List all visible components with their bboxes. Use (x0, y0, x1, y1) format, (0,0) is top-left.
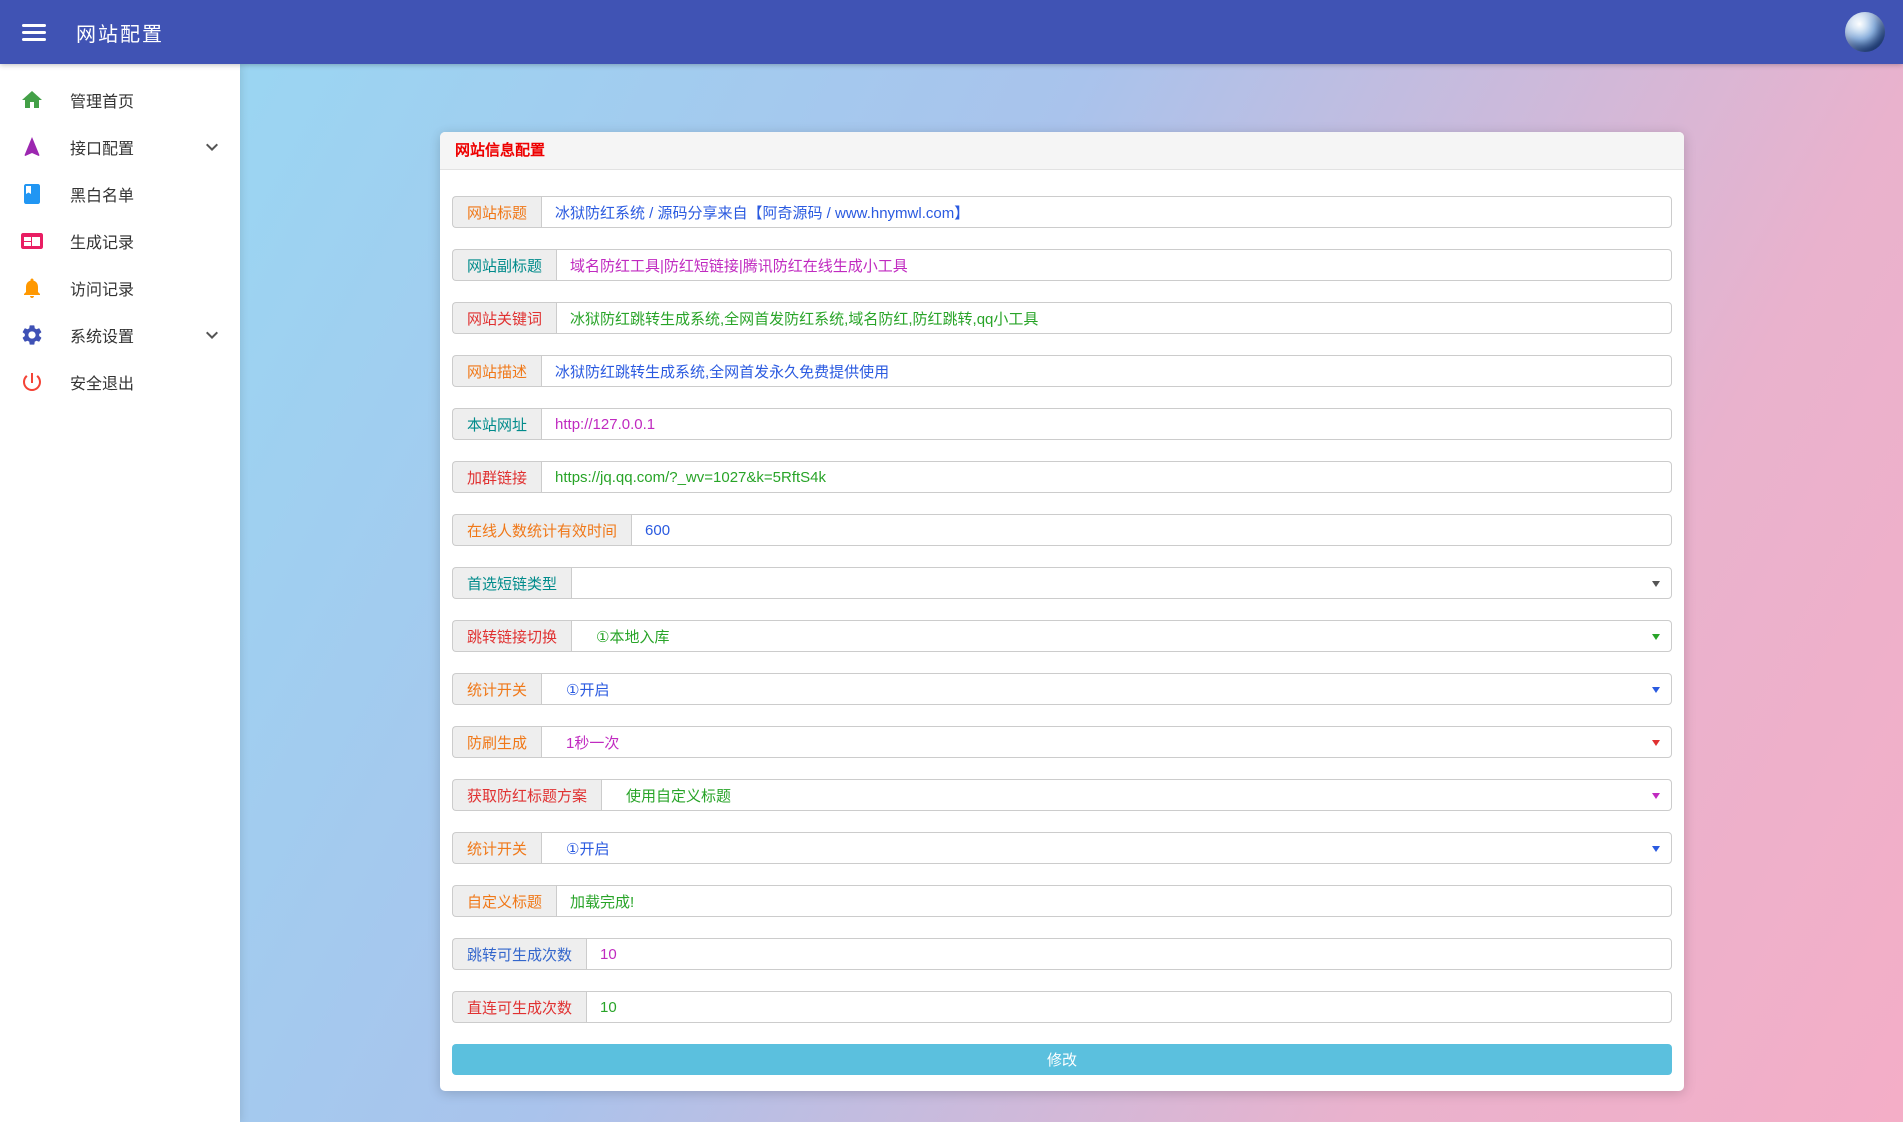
form-row: 首选短链类型 (452, 567, 1672, 599)
sidebar-item-label: 接口配置 (70, 135, 200, 159)
field-input[interactable] (541, 408, 1672, 440)
chevron-down-icon[interactable] (200, 135, 224, 159)
user-avatar[interactable] (1845, 12, 1885, 52)
field-input[interactable] (541, 355, 1672, 387)
select-value: ①本地入库 (596, 626, 669, 647)
sidebar-item[interactable]: 生成记录 (0, 217, 240, 264)
field-input[interactable] (586, 991, 1672, 1023)
config-form: 网站标题 网站副标题 网站关键词 网站描述 (440, 170, 1684, 1091)
field-input[interactable] (556, 249, 1672, 281)
sidebar-item-label: 访问记录 (70, 276, 200, 300)
navigation-icon (20, 135, 44, 159)
field-select[interactable]: 使用自定义标题 (601, 779, 1672, 811)
dropdown-arrow-icon (1652, 740, 1660, 746)
field-label: 网站描述 (452, 355, 541, 387)
power-icon (20, 370, 44, 394)
sidebar-item-label: 安全退出 (70, 370, 200, 394)
dropdown-arrow-icon (1652, 846, 1660, 852)
field-select[interactable] (571, 567, 1672, 599)
field-label: 统计开关 (452, 673, 541, 705)
form-row: 防刷生成 1秒一次 (452, 726, 1672, 758)
field-input[interactable] (556, 885, 1672, 917)
form-row: 统计开关 ①开启 (452, 673, 1672, 705)
form-row: 跳转可生成次数 (452, 938, 1672, 970)
dropdown-arrow-icon (1652, 581, 1660, 587)
field-label: 统计开关 (452, 832, 541, 864)
form-row: 跳转链接切换 ①本地入库 (452, 620, 1672, 652)
form-row: 自定义标题 (452, 885, 1672, 917)
select-value: ①开启 (566, 679, 609, 700)
sidebar-item[interactable]: 管理首页 (0, 76, 240, 123)
bell-icon (20, 276, 44, 300)
sidebar-item-label: 黑白名单 (70, 182, 200, 206)
field-label: 网站副标题 (452, 249, 556, 281)
field-label: 直连可生成次数 (452, 991, 586, 1023)
field-input[interactable] (631, 514, 1672, 546)
field-label: 自定义标题 (452, 885, 556, 917)
field-select[interactable]: 1秒一次 (541, 726, 1672, 758)
list-icon (20, 229, 44, 253)
field-label: 本站网址 (452, 408, 541, 440)
select-value: 1秒一次 (566, 732, 619, 753)
sidebar: 管理首页 接口配置 黑白名单 生成记录 (0, 64, 240, 1122)
chevron-down-icon[interactable] (200, 323, 224, 347)
form-row: 网站描述 (452, 355, 1672, 387)
dropdown-arrow-icon (1652, 793, 1660, 799)
field-input[interactable] (556, 302, 1672, 334)
top-navbar: 网站配置 (0, 0, 1903, 64)
field-select[interactable]: ①开启 (541, 832, 1672, 864)
form-row: 网站标题 (452, 196, 1672, 228)
gear-icon (20, 323, 44, 347)
form-row: 网站关键词 (452, 302, 1672, 334)
field-label: 网站关键词 (452, 302, 556, 334)
select-value: 使用自定义标题 (626, 785, 731, 806)
field-label: 加群链接 (452, 461, 541, 493)
field-label: 防刷生成 (452, 726, 541, 758)
main-content: 网站信息配置 网站标题 网站副标题 网站关键词 (240, 64, 1903, 1122)
dropdown-arrow-icon (1652, 634, 1660, 640)
form-row: 网站副标题 (452, 249, 1672, 281)
field-label: 首选短链类型 (452, 567, 571, 599)
site-config-card: 网站信息配置 网站标题 网站副标题 网站关键词 (440, 132, 1684, 1091)
sidebar-item-label: 管理首页 (70, 88, 200, 112)
field-label: 跳转可生成次数 (452, 938, 586, 970)
field-label: 获取防红标题方案 (452, 779, 601, 811)
save-button[interactable]: 修改 (452, 1044, 1672, 1075)
field-input[interactable] (541, 196, 1672, 228)
field-label: 跳转链接切换 (452, 620, 571, 652)
sidebar-item-label: 系统设置 (70, 323, 200, 347)
menu-icon[interactable] (22, 20, 46, 45)
dropdown-arrow-icon (1652, 687, 1660, 693)
sidebar-item[interactable]: 黑白名单 (0, 170, 240, 217)
field-input[interactable] (586, 938, 1672, 970)
form-row: 统计开关 ①开启 (452, 832, 1672, 864)
field-label: 网站标题 (452, 196, 541, 228)
select-value: ①开启 (566, 838, 609, 859)
home-icon (20, 88, 44, 112)
form-row: 获取防红标题方案 使用自定义标题 (452, 779, 1672, 811)
field-input[interactable] (541, 461, 1672, 493)
form-row: 加群链接 (452, 461, 1672, 493)
form-row: 在线人数统计有效时间 (452, 514, 1672, 546)
page-title: 网站配置 (76, 18, 164, 47)
book-icon (20, 182, 44, 206)
sidebar-item[interactable]: 系统设置 (0, 311, 240, 358)
sidebar-item-label: 生成记录 (70, 229, 200, 253)
sidebar-item[interactable]: 接口配置 (0, 123, 240, 170)
field-select[interactable]: ①开启 (541, 673, 1672, 705)
form-row: 本站网址 (452, 408, 1672, 440)
form-row: 直连可生成次数 (452, 991, 1672, 1023)
sidebar-item[interactable]: 访问记录 (0, 264, 240, 311)
field-label: 在线人数统计有效时间 (452, 514, 631, 546)
sidebar-item[interactable]: 安全退出 (0, 358, 240, 405)
card-title: 网站信息配置 (440, 132, 1684, 170)
field-select[interactable]: ①本地入库 (571, 620, 1672, 652)
